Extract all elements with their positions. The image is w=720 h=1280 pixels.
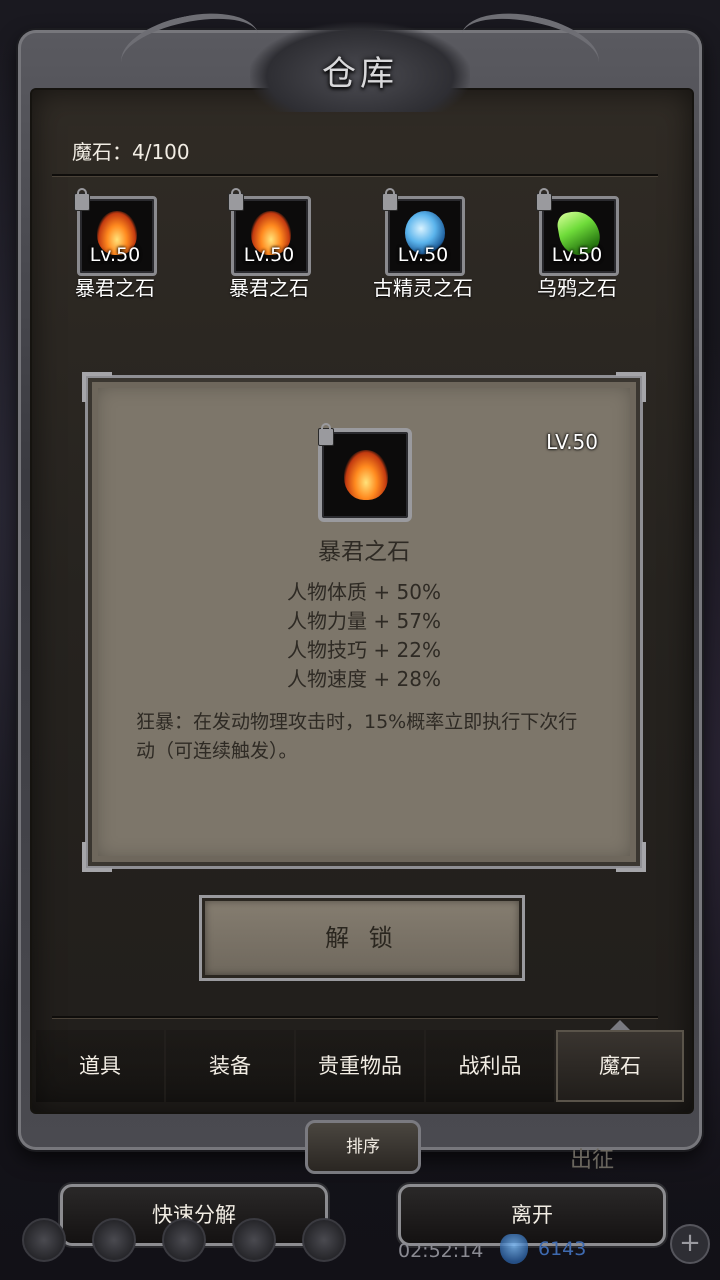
category-tabs: 道具 装备 贵重物品 战利品 魔石 bbox=[36, 1020, 684, 1102]
hud-menu-icon[interactable] bbox=[302, 1218, 346, 1262]
stone-slot-1[interactable]: Lv.50 暴君之石 bbox=[40, 188, 190, 304]
stat-strength: 人物力量 + 57% bbox=[287, 609, 441, 633]
stat-skill: 人物技巧 + 22% bbox=[287, 638, 441, 662]
stat-constitution: 人物体质 + 50% bbox=[287, 580, 441, 604]
unlock-button[interactable]: 解 锁 bbox=[202, 898, 522, 978]
corner-ornament bbox=[616, 372, 646, 402]
magic-stone-count: 魔石：4/100 bbox=[72, 140, 190, 164]
skill-description: 狂暴：在发动物理攻击时，15%概率立即执行下次行动（可连续触发）。 bbox=[136, 711, 578, 762]
hud-menu-icon[interactable] bbox=[162, 1218, 206, 1262]
plus-icon[interactable]: + bbox=[670, 1224, 710, 1264]
stat-speed: 人物速度 + 28% bbox=[287, 667, 441, 691]
stat-list: 人物体质 + 50% 人物力量 + 57% 人物技巧 + 22% 人物速度 + … bbox=[92, 578, 636, 694]
tab-valuables[interactable]: 贵重物品 bbox=[296, 1030, 424, 1102]
tab-items[interactable]: 道具 bbox=[36, 1030, 164, 1102]
settings-gear-icon[interactable] bbox=[22, 1218, 66, 1262]
stone-slot-4[interactable]: Lv.50 乌鸦之石 bbox=[502, 188, 652, 304]
expedition-label: 出征 bbox=[570, 1148, 615, 1173]
stone-level: Lv.50 bbox=[243, 244, 295, 266]
active-tab-indicator-icon bbox=[610, 1020, 630, 1030]
lock-icon bbox=[536, 188, 552, 211]
header-divider bbox=[52, 174, 658, 176]
hud-menu-icon[interactable] bbox=[92, 1218, 136, 1262]
leave-button[interactable]: 离开 bbox=[398, 1184, 666, 1246]
stone-name: 暴君之石 bbox=[229, 276, 309, 300]
lock-icon bbox=[382, 188, 398, 211]
shield-icon bbox=[500, 1234, 528, 1264]
stone-detail-panel: LV.50 暴君之石 人物体质 + 50% 人物力量 + 57% 人物技巧 + … bbox=[82, 372, 646, 872]
stone-level: Lv.50 bbox=[551, 244, 603, 266]
fire-stone-icon bbox=[344, 450, 388, 500]
stone-level: Lv.50 bbox=[89, 244, 141, 266]
stone-level: Lv.50 bbox=[397, 244, 449, 266]
stone-slot-2[interactable]: Lv.50 暴君之石 bbox=[194, 188, 344, 304]
window-title: 仓库 bbox=[322, 54, 398, 94]
lock-icon bbox=[228, 188, 244, 211]
stone-slot-3[interactable]: Lv.50 古精灵之石 bbox=[348, 188, 498, 304]
stone-name: 暴君之石 bbox=[75, 276, 155, 300]
tab-magic-stones[interactable]: 魔石 bbox=[556, 1020, 684, 1102]
tab-label: 魔石 bbox=[599, 1054, 641, 1078]
tab-loot[interactable]: 战利品 bbox=[426, 1030, 554, 1102]
stone-name: 乌鸦之石 bbox=[537, 276, 617, 300]
corner-ornament bbox=[82, 842, 112, 872]
stone-name: 古精灵之石 bbox=[373, 276, 473, 300]
lock-icon bbox=[74, 188, 90, 211]
detail-stone-icon-frame bbox=[318, 423, 412, 522]
tabs-divider bbox=[52, 1016, 658, 1018]
corner-ornament bbox=[616, 842, 646, 872]
corner-ornament bbox=[82, 372, 112, 402]
detail-level: LV.50 bbox=[546, 430, 598, 454]
sort-button[interactable]: 排序 bbox=[305, 1120, 421, 1174]
countdown-timer: 02:52:14 bbox=[398, 1240, 484, 1262]
gem-count: 6143 bbox=[538, 1238, 587, 1260]
tab-equipment[interactable]: 装备 bbox=[166, 1030, 294, 1102]
lock-icon bbox=[318, 423, 334, 446]
hud-menu-icon[interactable] bbox=[232, 1218, 276, 1262]
detail-stone-name: 暴君之石 bbox=[318, 539, 410, 565]
stone-list: Lv.50 暴君之石 Lv.50 暴君之石 Lv.50 古精灵之石 Lv.50 … bbox=[40, 188, 680, 304]
